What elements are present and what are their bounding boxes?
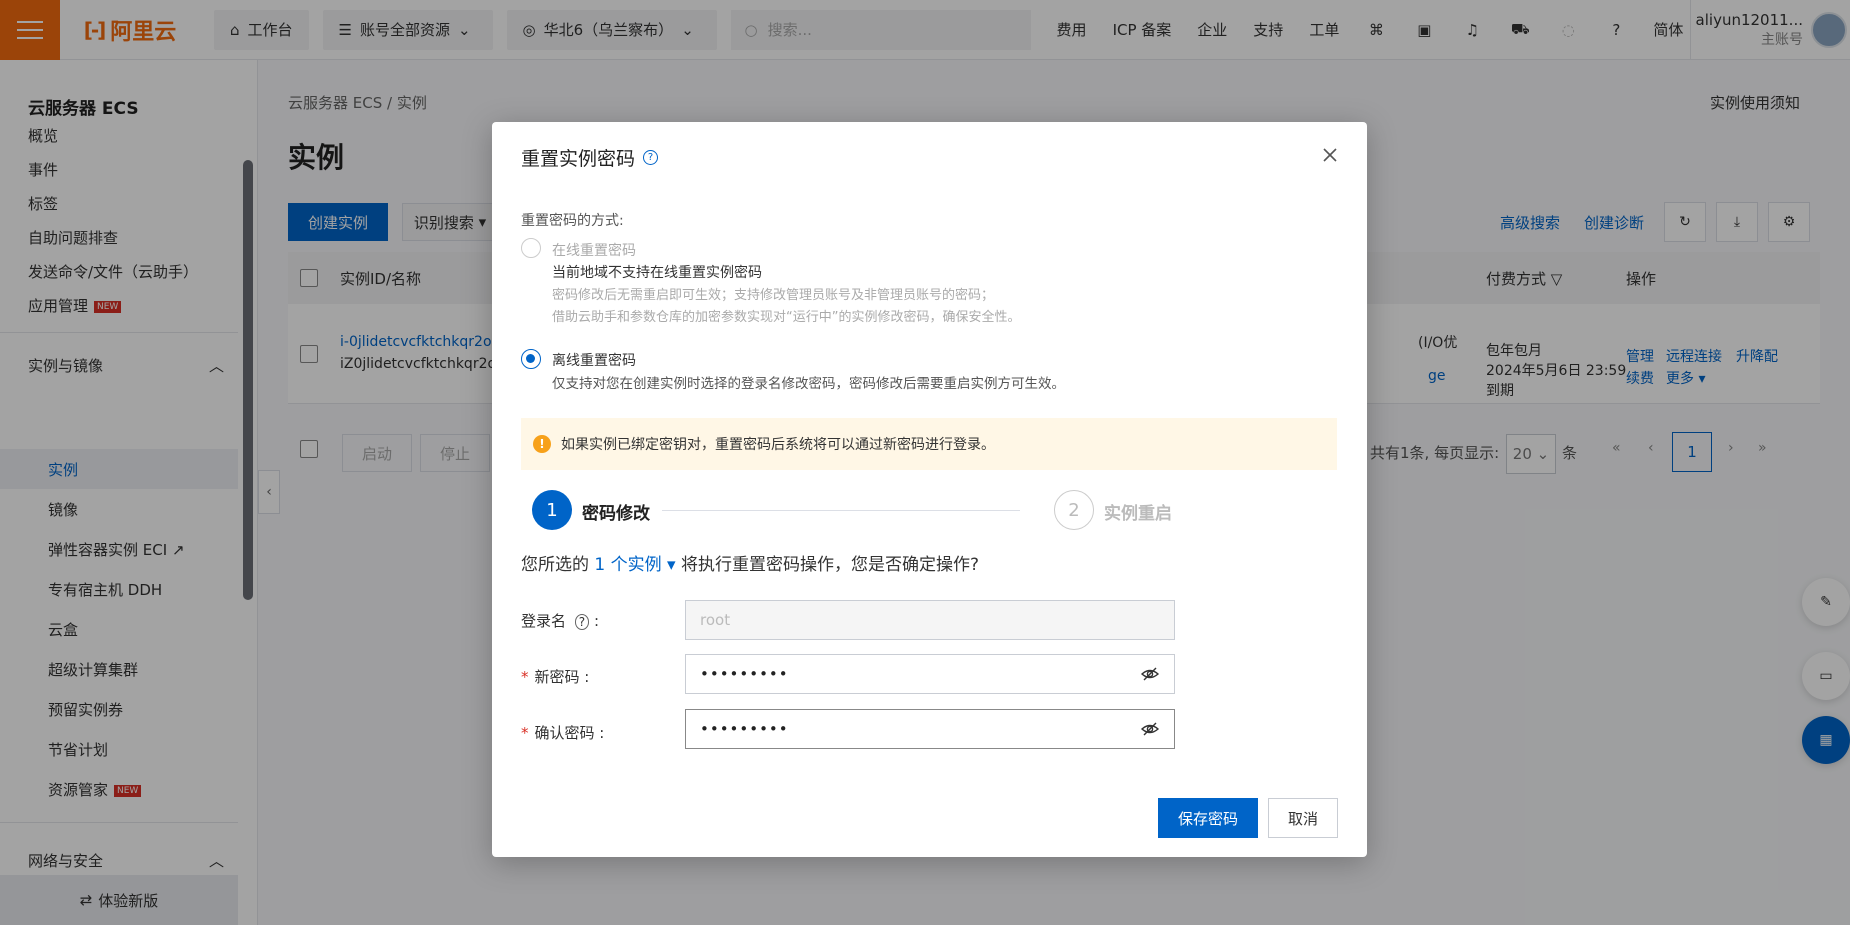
- offline-reset-radio[interactable]: [521, 349, 541, 369]
- new-password-input[interactable]: [700, 665, 1140, 683]
- step-2-indicator: 2: [1054, 490, 1094, 530]
- new-password-label: * 新密码 :: [521, 668, 590, 686]
- reset-password-dialog: 重置实例密码 ? 重置密码的方式: 在线重置密码 当前地域不支持在线重置实例密码…: [492, 122, 1367, 857]
- new-password-field[interactable]: [685, 654, 1175, 694]
- online-reset-unsupported: 当前地域不支持在线重置实例密码: [552, 265, 762, 281]
- online-reset-desc-1: 密码修改后无需重启即可生效；支持修改管理员账号及非管理员账号的密码；: [552, 288, 995, 303]
- online-reset-desc-2: 借助云助手和参数仓库的加密参数实现对“运行中”的实例修改密码，确保安全性。: [552, 310, 1021, 325]
- online-reset-radio[interactable]: [521, 238, 541, 258]
- login-name-label: 登录名 ? :: [521, 612, 599, 630]
- close-icon[interactable]: [1321, 146, 1339, 164]
- reset-method-label: 重置密码的方式:: [521, 213, 624, 229]
- step-2-label: 实例重启: [1104, 504, 1172, 524]
- step-connector: [662, 510, 1020, 511]
- confirm-message: 您所选的 1 个实例 ▾ 将执行重置密码操作，您是否确定操作?: [521, 555, 980, 575]
- save-password-button[interactable]: 保存密码: [1158, 798, 1258, 838]
- eye-off-icon[interactable]: [1140, 719, 1160, 739]
- warning-banner: ! 如果实例已绑定密钥对，重置密码后系统将可以通过新密码进行登录。: [521, 418, 1337, 470]
- offline-reset-label: 离线重置密码: [552, 353, 636, 369]
- selected-instances-link[interactable]: 1 个实例 ▾: [594, 555, 675, 575]
- offline-reset-desc: 仅支持对您在创建实例时选择的登录名修改密码，密码修改后需要重启实例方可生效。: [552, 376, 1065, 392]
- cancel-button[interactable]: 取消: [1268, 798, 1338, 838]
- warning-icon: !: [533, 435, 551, 453]
- step-1-indicator: 1: [532, 490, 572, 530]
- online-reset-label: 在线重置密码: [552, 243, 636, 259]
- confirm-password-field[interactable]: [685, 709, 1175, 749]
- help-icon[interactable]: ?: [643, 150, 659, 165]
- eye-off-icon[interactable]: [1140, 664, 1160, 684]
- confirm-password-input[interactable]: [700, 720, 1140, 738]
- step-1-label: 密码修改: [582, 504, 650, 524]
- confirm-password-label: * 确认密码 :: [521, 724, 605, 742]
- login-name-input: root: [685, 600, 1175, 640]
- question-icon[interactable]: ?: [574, 614, 590, 630]
- dialog-title: 重置实例密码 ?: [521, 144, 659, 171]
